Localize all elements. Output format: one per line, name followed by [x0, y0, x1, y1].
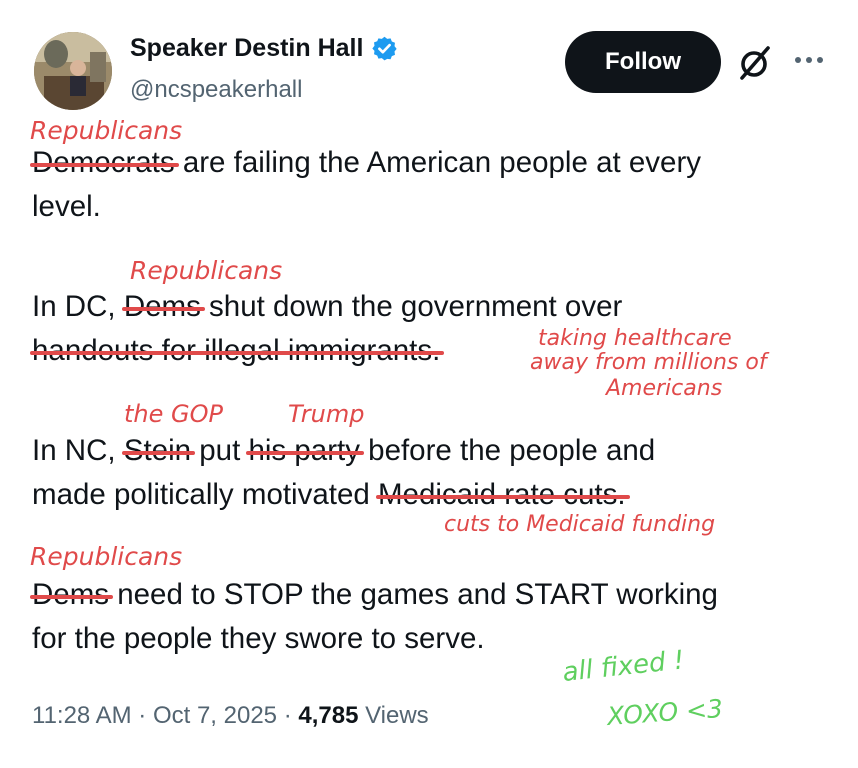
tweet-date[interactable]: Oct 7, 2025 [153, 702, 277, 729]
tweet-line: made politically motivated Medicaid rate… [32, 473, 630, 517]
tweet-text-segment: shut down the government over [200, 290, 623, 323]
display-name[interactable]: Speaker Destin Hall [130, 34, 363, 63]
meta-separator: · [277, 702, 299, 729]
tweet-time[interactable]: 11:28 AM [32, 702, 132, 729]
avatar[interactable] [34, 32, 112, 110]
struck-phrase: his party [246, 429, 364, 473]
annotation-all-fixed: all fixed ! [561, 645, 686, 688]
tweet-text-segment: are failing the American people at every [174, 146, 702, 179]
annotation-healthcare-line1: taking healthcare [538, 326, 732, 351]
tweet-line: level. [32, 190, 101, 223]
tweet-line: Dems need to STOP the games and START wo… [30, 573, 718, 617]
annotation-xoxo: XOXO <3 [606, 693, 724, 731]
tweet-text-segment: In DC, [32, 290, 124, 323]
strike-mark [30, 595, 114, 599]
strike-mark [375, 495, 630, 499]
tweet-text-segment: before the people and [359, 434, 656, 467]
tweet-line: In NC, Stein put his party before the pe… [32, 429, 655, 473]
tweet-line: In DC, Dems shut down the government ove… [32, 285, 622, 329]
struck-phrase: handouts for illegal immigrants. [30, 329, 445, 373]
annotation-republicans-3: Republicans [30, 542, 183, 571]
tweet-line: handouts for illegal immigrants. [30, 329, 445, 373]
grok-icon[interactable] [736, 44, 774, 82]
tweet-line: for the people they swore to serve. [32, 622, 485, 655]
annotation-republicans-1: Republicans [30, 116, 183, 145]
annotation-republicans-2: Republicans [130, 256, 283, 285]
tweet-metadata: 11:28 AM · Oct 7, 2025 · 4,785 Views [32, 702, 429, 730]
views-label: Views [358, 702, 429, 729]
tweet-text-segment: put [191, 434, 249, 467]
follow-button[interactable]: Follow [565, 31, 721, 93]
annotation-healthcare-line2: away from millions of [530, 350, 767, 375]
struck-word: Dems [30, 573, 114, 617]
annotation-healthcare-line3: Americans [606, 376, 723, 401]
struck-word: Stein [121, 429, 196, 473]
handle[interactable]: @ncspeakerhall [130, 76, 302, 104]
struck-word: Democrats [30, 141, 179, 185]
struck-phrase: Medicaid rate cuts. [375, 473, 630, 517]
strike-mark [30, 163, 179, 167]
views-count[interactable]: 4,785 [298, 702, 358, 729]
tweet-text-segment: need to STOP the games and START working [109, 578, 718, 611]
verified-badge-icon [372, 36, 398, 61]
author-name-row: Speaker Destin Hall [130, 34, 398, 63]
annotation-the-gop: the GOP [124, 400, 223, 428]
struck-word: Dems [121, 285, 205, 329]
strike-mark [246, 451, 364, 455]
meta-separator: · [131, 702, 153, 729]
tweet-text-segment: In NC, [32, 434, 124, 467]
annotation-trump: Trump [288, 400, 365, 428]
strike-mark [30, 351, 445, 355]
more-options-icon[interactable] [794, 55, 824, 65]
tweet-text-segment: made politically motivated [32, 478, 378, 511]
strike-mark [121, 307, 205, 311]
avatar-photo [34, 32, 112, 110]
tweet-line: Democrats are failing the American peopl… [30, 141, 702, 185]
strike-mark [121, 451, 196, 455]
annotation-medicaid-funding: cuts to Medicaid funding [444, 512, 716, 537]
